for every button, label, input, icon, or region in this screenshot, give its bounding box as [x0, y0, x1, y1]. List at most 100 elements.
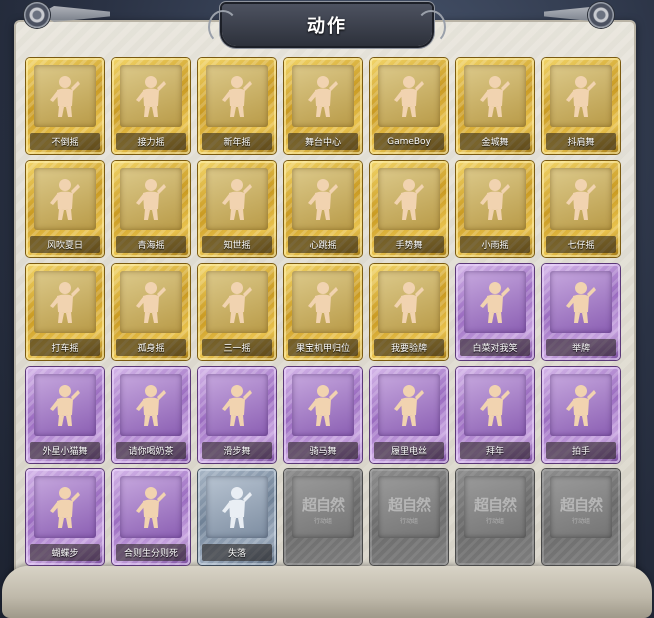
- action-card[interactable]: 拜年: [456, 367, 534, 463]
- watermark-text: 超自然: [387, 495, 431, 514]
- pose-figure-icon: [48, 74, 82, 118]
- action-card[interactable]: 青海摇: [112, 161, 190, 257]
- pose-figure-icon: [222, 487, 252, 528]
- action-card[interactable]: 舞台中心: [284, 58, 362, 154]
- watermark-subtext: 行动组: [571, 517, 590, 525]
- pose-figure-icon: [480, 76, 510, 117]
- action-card[interactable]: 请你喝奶茶: [112, 367, 190, 463]
- watermark-text: 超自然: [559, 495, 603, 514]
- watermark-subtext: 行动组: [313, 517, 332, 525]
- action-card[interactable]: 接力摇: [112, 58, 190, 154]
- action-card[interactable]: 心跳摇: [284, 161, 362, 257]
- locked-action-slot: 超自然 行动组: [542, 469, 620, 565]
- pose-figure-icon: [308, 179, 338, 220]
- action-card[interactable]: 骑马舞: [284, 367, 362, 463]
- card-label-bar: 知世摇: [202, 236, 272, 253]
- pose-figure-icon: [392, 177, 426, 221]
- action-card[interactable]: 七仔摇: [542, 161, 620, 257]
- settings-knob-icon[interactable]: [24, 2, 50, 28]
- action-card[interactable]: GameBoy: [370, 58, 448, 154]
- pose-figure-icon: [136, 487, 166, 528]
- card-label-bar: 心跳摇: [288, 236, 358, 253]
- action-card[interactable]: 拍手: [542, 367, 620, 463]
- card-label-bar: 履里电丝: [374, 442, 444, 459]
- settings-knob-icon[interactable]: [588, 2, 614, 28]
- card-label-bar: 果宝机甲归位: [288, 339, 358, 356]
- action-label: 骑马舞: [309, 447, 337, 457]
- action-card[interactable]: 风吹夏日: [26, 161, 104, 257]
- action-card[interactable]: 失落: [198, 469, 276, 565]
- watermark-logo: 超自然 行动组: [378, 489, 440, 529]
- action-label: 接力摇: [137, 138, 165, 148]
- watermark-text: 超自然: [301, 495, 345, 514]
- pose-figure-icon: [220, 383, 254, 427]
- pose-figure-icon: [50, 179, 80, 220]
- card-label-bar: 举牌: [546, 339, 616, 356]
- pose-figure-icon: [134, 74, 168, 118]
- pose-figure-icon: [306, 280, 340, 324]
- card-label-bar: 孤身摇: [116, 339, 186, 356]
- pose-figure-icon: [480, 179, 510, 220]
- action-card[interactable]: 金城舞: [456, 58, 534, 154]
- action-label: 履里电丝: [390, 447, 427, 457]
- action-label: 抖肩舞: [567, 138, 595, 148]
- pose-figure-icon: [480, 282, 510, 323]
- pose-figure-icon: [478, 74, 512, 118]
- action-label: 知世摇: [223, 241, 251, 251]
- action-card[interactable]: 抖肩舞: [542, 58, 620, 154]
- action-card[interactable]: 手势舞: [370, 161, 448, 257]
- action-card[interactable]: 新年摇: [198, 58, 276, 154]
- action-card[interactable]: 小雨摇: [456, 161, 534, 257]
- action-card[interactable]: 孤身摇: [112, 264, 190, 360]
- card-label-bar: 我要验牌: [374, 339, 444, 356]
- action-card[interactable]: 果宝机甲归位: [284, 264, 362, 360]
- pose-figure-icon: [394, 282, 424, 323]
- action-label: 我要验牌: [390, 344, 427, 354]
- scroll-bottom-roll: [2, 566, 652, 618]
- action-card[interactable]: 打车摇: [26, 264, 104, 360]
- pose-figure-icon: [136, 76, 166, 117]
- action-card[interactable]: 滑步舞: [198, 367, 276, 463]
- action-label: 小雨摇: [481, 241, 509, 251]
- action-label: 举牌: [571, 344, 590, 354]
- card-label-bar: 金城舞: [460, 133, 530, 150]
- pose-figure-icon: [50, 282, 80, 323]
- watermark-text: 超自然: [473, 495, 517, 514]
- pose-figure-icon: [48, 383, 82, 427]
- locked-action-slot: 超自然 行动组: [284, 469, 362, 565]
- action-card[interactable]: 外星小猫舞: [26, 367, 104, 463]
- action-card[interactable]: 不倒摇: [26, 58, 104, 154]
- pose-figure-icon: [136, 385, 166, 426]
- card-label-bar: 拜年: [460, 442, 530, 459]
- card-label-bar: 接力摇: [116, 133, 186, 150]
- action-label: 白菜对我笑: [472, 344, 518, 354]
- pose-figure-icon: [564, 280, 598, 324]
- action-label: 滑步舞: [223, 447, 251, 457]
- action-label: GameBoy: [387, 136, 431, 147]
- pose-figure-icon: [48, 485, 82, 529]
- pose-figure-icon: [566, 282, 596, 323]
- pose-figure-icon: [306, 177, 340, 221]
- pose-figure-icon: [222, 385, 252, 426]
- card-label-bar: 青海摇: [116, 236, 186, 253]
- action-card[interactable]: 履里电丝: [370, 367, 448, 463]
- pose-figure-icon: [50, 487, 80, 528]
- pose-figure-icon: [48, 177, 82, 221]
- pose-figure-icon: [220, 280, 254, 324]
- card-label-bar: 风吹夏日: [30, 236, 100, 253]
- pose-figure-icon: [566, 76, 596, 117]
- card-label-bar: 新年摇: [202, 133, 272, 150]
- action-card[interactable]: 举牌: [542, 264, 620, 360]
- card-label-bar: 外星小猫舞: [30, 442, 100, 459]
- action-card[interactable]: 三一摇: [198, 264, 276, 360]
- action-grid: 不倒摇 接力摇 新年摇 舞台中心 GameBoy 金城舞 抖肩舞风吹夏日 青海摇 知世摇 心跳摇 手…: [26, 58, 626, 565]
- action-card[interactable]: 我要验牌: [370, 264, 448, 360]
- action-card[interactable]: 知世摇: [198, 161, 276, 257]
- action-label: 七仔摇: [567, 241, 595, 251]
- action-card[interactable]: 蝴蝶步: [26, 469, 104, 565]
- action-card[interactable]: 白菜对我笑: [456, 264, 534, 360]
- pose-figure-icon: [564, 177, 598, 221]
- pose-figure-icon: [564, 74, 598, 118]
- action-card[interactable]: 合则生分则死: [112, 469, 190, 565]
- card-label-bar: 舞台中心: [288, 133, 358, 150]
